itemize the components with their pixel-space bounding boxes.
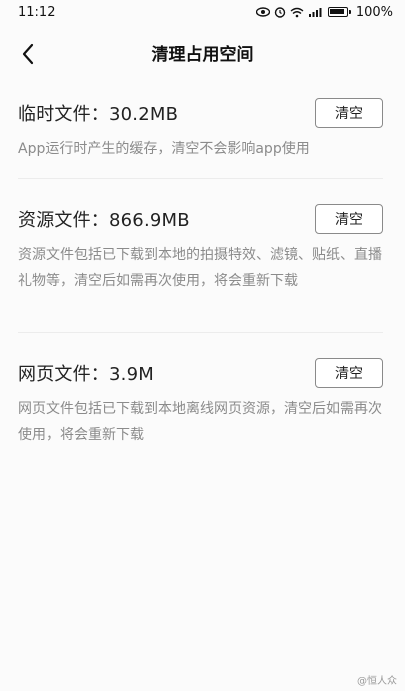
resource-files-title: 资源文件：866.9MB: [18, 210, 190, 231]
divider: [18, 332, 383, 333]
status-icons: 100%: [255, 4, 393, 20]
clear-temp-files-button[interactable]: 清空: [315, 98, 383, 128]
web-files-description: 网页文件包括已下载到本地离线网页资源，清空后如需再次使用，将会重新下载: [18, 401, 382, 443]
clear-web-files-button[interactable]: 清空: [315, 358, 383, 388]
status-bar: 11:12 100%: [0, 0, 405, 24]
resource-files-description: 资源文件包括已下载到本地的拍摄特效、滤镜、贴纸、直播礼物等，清空后如需再次使用，…: [18, 247, 382, 289]
battery-icon: [327, 7, 351, 17]
battery-fill: [329, 9, 344, 14]
wifi-icon: [290, 7, 304, 18]
web-files-section: 网页文件：3.9M 清空 网页文件包括已下载到本地离线网页资源，清空后如需再次使…: [18, 358, 383, 448]
battery-percent: 100%: [355, 4, 393, 20]
watermark: @恒人众: [357, 676, 397, 687]
temp-files-title: 临时文件：30.2MB: [18, 104, 179, 125]
temp-files-description: App运行时产生的缓存，清空不会影响app使用: [18, 141, 310, 157]
temp-files-section: 临时文件：30.2MB 清空 App运行时产生的缓存，清空不会影响app使用: [18, 98, 383, 162]
alarm-icon: [274, 6, 286, 18]
divider: [18, 178, 383, 179]
signal-icon: [308, 7, 322, 18]
status-time: 11:12: [18, 4, 56, 20]
eye-icon: [255, 7, 270, 17]
nav-bar: 清理占用空间: [0, 32, 405, 76]
clear-resource-files-button[interactable]: 清空: [315, 204, 383, 234]
page-title: 清理占用空间: [151, 45, 254, 65]
resource-files-section: 资源文件：866.9MB 清空 资源文件包括已下载到本地的拍摄特效、滤镜、贴纸、…: [18, 204, 383, 294]
web-files-title: 网页文件：3.9M: [18, 364, 154, 385]
